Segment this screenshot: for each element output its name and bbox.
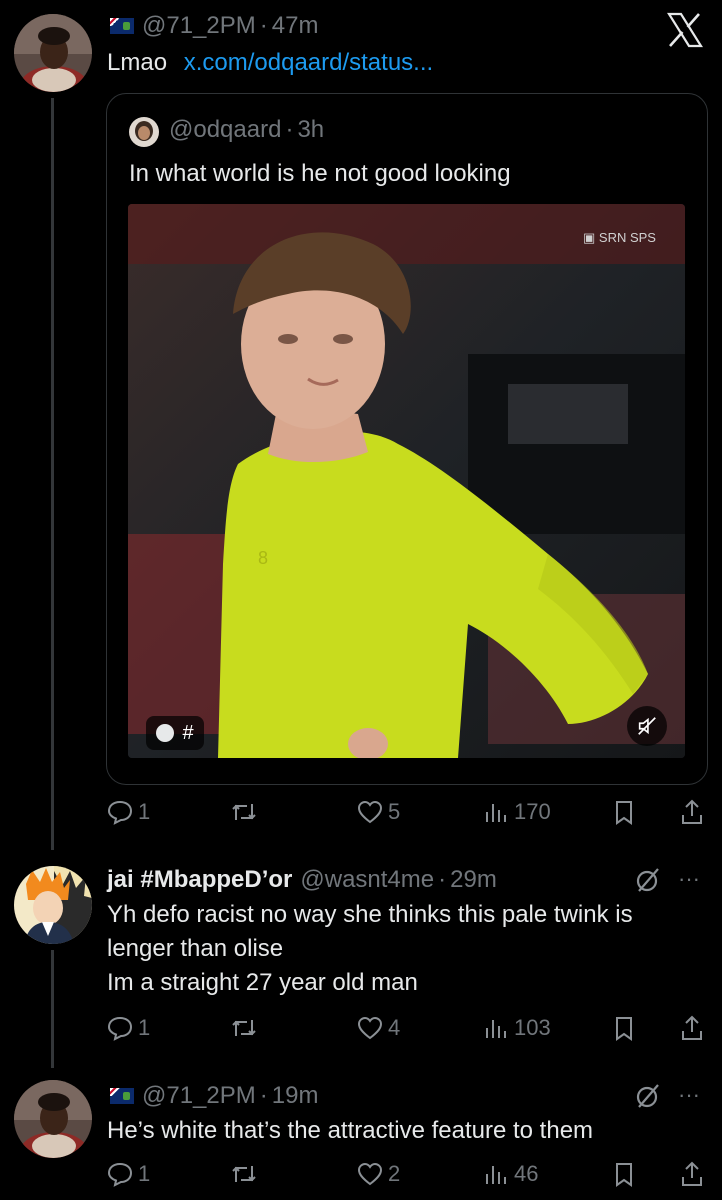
avatar[interactable] <box>14 1080 92 1158</box>
x-logo-icon[interactable] <box>665 10 705 50</box>
handle[interactable]: @71_2PM <box>142 1082 256 1110</box>
tweet-link[interactable]: x.com/odqaard/status... <box>184 49 433 76</box>
grok-icon[interactable] <box>634 866 662 894</box>
avatar[interactable] <box>14 866 92 944</box>
share-button[interactable] <box>678 1008 710 1048</box>
views-button[interactable]: 46 <box>482 1154 538 1194</box>
reply-icon <box>107 1162 133 1187</box>
views-count: 170 <box>514 799 551 824</box>
svg-text:▣ SRN SPS: ▣ SRN SPS <box>583 230 656 245</box>
timestamp[interactable]: 47m <box>272 12 319 40</box>
flag-icon <box>110 18 134 34</box>
retweet-button[interactable] <box>230 792 262 832</box>
views-icon <box>486 1166 506 1184</box>
bookmark-icon <box>616 801 632 825</box>
video-badge-label: # <box>182 721 194 744</box>
separator: · <box>438 866 447 893</box>
heart-icon <box>357 1016 383 1040</box>
handle[interactable]: @71_2PM <box>142 12 256 40</box>
reply-button[interactable]: 1 <box>106 1008 150 1048</box>
more-options-button[interactable]: ··· <box>678 1082 700 1108</box>
grok-icon[interactable] <box>634 1082 662 1110</box>
svg-text:8: 8 <box>258 548 268 568</box>
retweet-icon <box>232 804 256 820</box>
reply-button[interactable]: 1 <box>106 1154 150 1194</box>
more-options-button[interactable]: ··· <box>678 866 700 892</box>
tweet-actions: 1 4 103 <box>106 1008 706 1048</box>
reply-icon <box>107 1016 133 1041</box>
bookmark-button[interactable] <box>610 1154 642 1194</box>
tweet-meta: jai #MbappeD’or @wasnt4me · 29m <box>107 866 497 894</box>
like-count: 2 <box>388 1161 401 1186</box>
video-dot-icon <box>156 724 175 742</box>
share-icon <box>682 1161 702 1186</box>
like-button[interactable]: 4 <box>356 1008 400 1048</box>
views-icon <box>486 804 506 822</box>
like-button[interactable]: 5 <box>356 792 400 832</box>
quote-handle[interactable]: @odqaard <box>169 116 281 144</box>
bookmark-button[interactable] <box>610 1008 642 1048</box>
share-button[interactable] <box>678 792 710 832</box>
tweet-text: Lmao x.com/odqaard/status... <box>107 46 433 80</box>
reply-count: 1 <box>138 1161 151 1186</box>
handle[interactable]: @wasnt4me <box>300 866 434 894</box>
video-badge[interactable]: # <box>146 716 204 750</box>
video-player[interactable]: ▣ SRN SPS 8 <box>128 204 685 758</box>
reply-count: 1 <box>138 799 151 824</box>
bookmark-button[interactable] <box>610 792 642 832</box>
retweet-button[interactable] <box>230 1008 262 1048</box>
like-count: 4 <box>388 1015 401 1040</box>
tweet-actions: 1 2 46 <box>106 1154 706 1194</box>
tweet-text-line: Im a straight 27 year old man <box>107 969 418 996</box>
tweet-actions: 1 5 170 <box>106 792 706 832</box>
reply-icon <box>107 800 133 825</box>
tweet-text-line: lenger than olise <box>107 935 284 962</box>
views-count: 46 <box>514 1161 539 1186</box>
tweet-meta: @71_2PM · 19m <box>110 1082 318 1110</box>
views-count: 103 <box>514 1015 551 1040</box>
separator: · <box>285 116 294 143</box>
display-name[interactable]: jai #MbappeD’or <box>107 866 292 894</box>
tweet-text: He’s white that’s the attractive feature… <box>107 1117 594 1144</box>
quote-text: In what world is he not good looking <box>129 160 511 187</box>
bookmark-icon <box>616 1017 632 1041</box>
tweet-text-content: Lmao <box>107 49 168 76</box>
mute-button[interactable] <box>627 706 667 746</box>
mute-icon <box>638 717 656 735</box>
heart-icon <box>357 800 383 824</box>
flag-icon <box>110 1088 134 1104</box>
share-icon <box>682 1015 702 1040</box>
quote-meta: @odqaard · 3h <box>169 116 324 144</box>
like-button[interactable]: 2 <box>356 1154 400 1194</box>
thread-line <box>51 950 54 1068</box>
reply-count: 1 <box>138 1015 151 1040</box>
timestamp[interactable]: 19m <box>272 1082 319 1110</box>
video-frame: ▣ SRN SPS 8 <box>128 204 685 758</box>
separator: · <box>259 1082 268 1109</box>
quote-timestamp[interactable]: 3h <box>297 116 324 144</box>
share-icon <box>682 799 702 824</box>
share-button[interactable] <box>678 1154 710 1194</box>
heart-icon <box>357 1162 383 1186</box>
separator: · <box>259 12 268 39</box>
views-icon <box>486 1020 506 1038</box>
reply-button[interactable]: 1 <box>106 792 150 832</box>
views-button[interactable]: 103 <box>482 1008 551 1048</box>
retweet-icon <box>232 1166 256 1182</box>
timestamp[interactable]: 29m <box>450 866 497 894</box>
views-button[interactable]: 170 <box>482 792 551 832</box>
retweet-icon <box>232 1020 256 1036</box>
retweet-button[interactable] <box>230 1154 262 1194</box>
like-count: 5 <box>388 799 401 824</box>
thread-line <box>51 98 54 850</box>
bookmark-icon <box>616 1163 632 1187</box>
avatar[interactable] <box>14 14 92 92</box>
tweet-meta: @71_2PM · 47m <box>110 12 318 40</box>
tweet-text-line: Yh defo racist no way she thinks this pa… <box>107 901 633 928</box>
quote-avatar[interactable] <box>129 117 159 147</box>
